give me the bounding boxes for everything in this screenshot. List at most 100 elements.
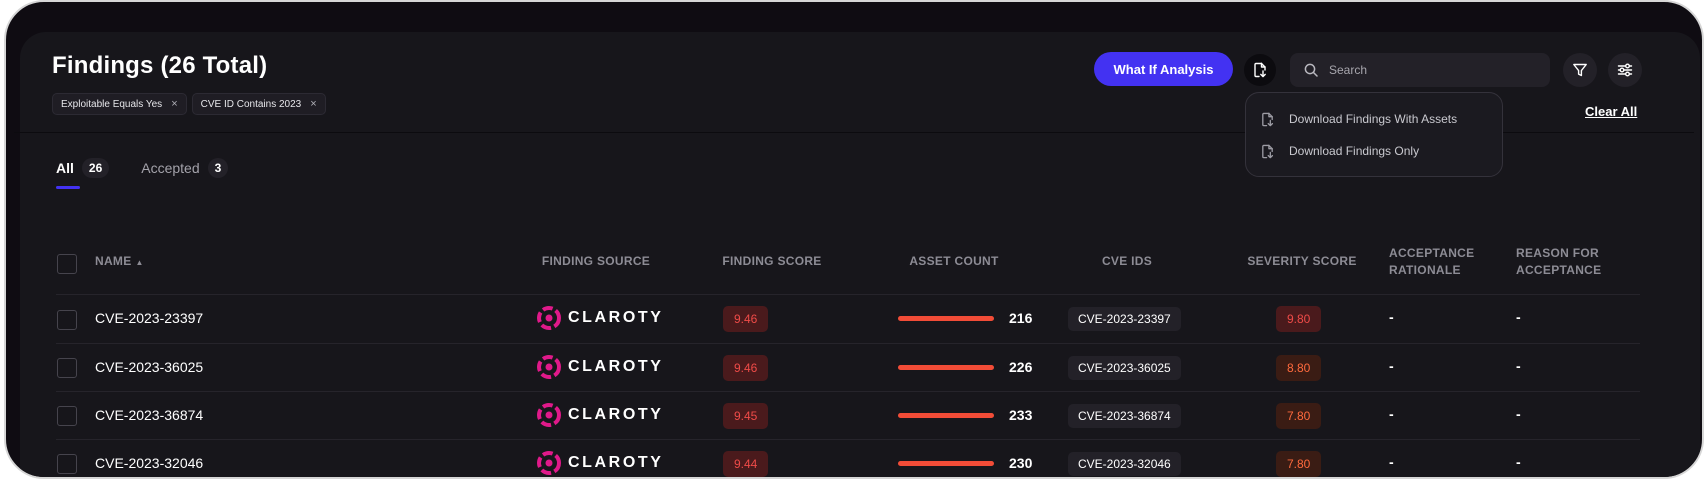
- finding-source-label: CLAROTY: [568, 454, 664, 471]
- page-title: Findings (26 Total): [52, 52, 268, 79]
- search-input[interactable]: [1329, 63, 1529, 77]
- search-icon: [1304, 63, 1318, 77]
- column-header-acceptance-rationale[interactable]: ACCEPTANCE RATIONALE: [1389, 245, 1474, 279]
- column-header-label: ACCEPTANCE: [1516, 263, 1602, 277]
- asset-count-bar: [898, 316, 994, 321]
- acceptance-rationale-value: -: [1389, 358, 1394, 374]
- filter-button[interactable]: [1563, 53, 1597, 87]
- acceptance-rationale-value: -: [1389, 309, 1394, 325]
- column-header-severity-score[interactable]: SEVERITY SCORE: [1235, 253, 1369, 270]
- download-button[interactable]: [1244, 54, 1276, 86]
- close-icon[interactable]: ×: [171, 98, 177, 110]
- asset-count-value: 230: [1009, 455, 1033, 471]
- tab-accepted[interactable]: Accepted 3: [141, 158, 229, 178]
- cve-id-tag[interactable]: CVE-2023-23397: [1068, 307, 1181, 331]
- reason-for-acceptance-value: -: [1516, 358, 1521, 374]
- settings-button[interactable]: [1608, 53, 1642, 87]
- what-if-analysis-button[interactable]: What If Analysis: [1094, 52, 1233, 86]
- row-checkbox[interactable]: [57, 454, 77, 474]
- row-checkbox[interactable]: [57, 406, 77, 426]
- acceptance-rationale-value: -: [1389, 406, 1394, 422]
- column-header-label: RATIONALE: [1389, 263, 1461, 277]
- finding-source-label: CLAROTY: [568, 406, 664, 423]
- finding-name[interactable]: CVE-2023-36874: [95, 407, 203, 423]
- claroty-logo-icon: [537, 306, 561, 330]
- select-all-checkbox[interactable]: [57, 254, 77, 274]
- row-checkbox[interactable]: [57, 358, 77, 378]
- search-box[interactable]: [1290, 53, 1550, 87]
- column-header-reason-for-acceptance[interactable]: REASON FOR ACCEPTANCE: [1516, 245, 1601, 279]
- close-icon[interactable]: ×: [310, 98, 316, 110]
- cve-id-tag[interactable]: CVE-2023-36874: [1068, 404, 1181, 428]
- funnel-icon: [1573, 63, 1587, 77]
- claroty-logo-icon: [537, 355, 561, 379]
- row-divider: [56, 343, 1640, 344]
- column-header-name[interactable]: NAME ▲: [95, 253, 144, 271]
- finding-source-label: CLAROTY: [568, 309, 664, 326]
- cve-id-tag[interactable]: CVE-2023-32046: [1068, 452, 1181, 476]
- tab-label: Accepted: [141, 160, 200, 176]
- filter-chip-label: CVE ID Contains 2023: [200, 98, 302, 110]
- asset-count-value: 216: [1009, 310, 1033, 326]
- active-tab-indicator: [56, 186, 80, 189]
- row-divider: [56, 439, 1640, 440]
- frame-bottom-edge: [0, 479, 1708, 483]
- row-divider: [56, 391, 1640, 392]
- finding-source-logo: CLAROTY: [537, 355, 664, 379]
- claroty-logo-icon: [537, 451, 561, 475]
- finding-source-logo: CLAROTY: [537, 451, 664, 475]
- column-header-finding-score[interactable]: FINDING SCORE: [704, 253, 840, 270]
- menu-item-label: Download Findings Only: [1289, 144, 1420, 158]
- cve-id-tag[interactable]: CVE-2023-36025: [1068, 356, 1181, 380]
- asset-count-value: 233: [1009, 407, 1033, 423]
- asset-count-bar: [898, 413, 994, 418]
- row-divider: [56, 294, 1640, 295]
- finding-source-logo: CLAROTY: [537, 403, 664, 427]
- reason-for-acceptance-value: -: [1516, 406, 1521, 422]
- asset-count-bar: [898, 365, 994, 370]
- download-file-icon: [1254, 62, 1266, 78]
- acceptance-rationale-value: -: [1389, 454, 1394, 470]
- severity-score-badge: 8.80: [1276, 355, 1322, 381]
- filter-chip[interactable]: CVE ID Contains 2023 ×: [191, 93, 326, 115]
- row-checkbox[interactable]: [57, 310, 77, 330]
- column-header-cve-ids[interactable]: CVE IDS: [1063, 253, 1191, 270]
- tab-label: All: [56, 160, 74, 176]
- download-file-icon: [1262, 112, 1274, 126]
- menu-item-label: Download Findings With Assets: [1289, 112, 1458, 126]
- filter-chip-label: Exploitable Equals Yes: [61, 98, 163, 110]
- clear-all-link[interactable]: Clear All: [1585, 104, 1637, 119]
- finding-name[interactable]: CVE-2023-32046: [95, 455, 203, 471]
- filter-chip[interactable]: Exploitable Equals Yes ×: [52, 93, 187, 115]
- tab-count-badge: 3: [207, 158, 229, 178]
- menu-item-download-only[interactable]: Download Findings Only: [1246, 135, 1502, 167]
- finding-source-logo: CLAROTY: [537, 306, 664, 330]
- finding-name[interactable]: CVE-2023-36025: [95, 359, 203, 375]
- asset-count-value: 226: [1009, 359, 1033, 375]
- finding-score-badge: 9.46: [723, 306, 769, 332]
- tab-count-badge: 26: [81, 158, 110, 178]
- finding-score-badge: 9.46: [723, 355, 769, 381]
- column-header-label: NAME: [95, 254, 132, 268]
- column-header-label: REASON FOR: [1516, 246, 1600, 260]
- column-header-label: ACCEPTANCE: [1389, 246, 1475, 260]
- column-header-finding-source[interactable]: FINDING SOURCE: [520, 253, 672, 270]
- menu-item-download-with-assets[interactable]: Download Findings With Assets: [1246, 103, 1502, 135]
- finding-score-badge: 9.45: [723, 403, 769, 429]
- finding-name[interactable]: CVE-2023-23397: [95, 310, 203, 326]
- finding-score-badge: 9.44: [723, 451, 769, 477]
- severity-score-badge: 9.80: [1276, 306, 1322, 332]
- sliders-icon: [1617, 63, 1633, 77]
- active-filters: Exploitable Equals Yes × CVE ID Contains…: [52, 93, 326, 115]
- reason-for-acceptance-value: -: [1516, 309, 1521, 325]
- download-file-icon: [1262, 144, 1274, 158]
- column-header-asset-count[interactable]: ASSET COUNT: [890, 253, 1018, 270]
- download-menu: Download Findings With Assets Download F…: [1245, 92, 1503, 177]
- reason-for-acceptance-value: -: [1516, 454, 1521, 470]
- asset-count-bar: [898, 461, 994, 466]
- sort-ascending-icon: ▲: [135, 258, 144, 267]
- tab-all[interactable]: All 26: [56, 158, 110, 189]
- claroty-logo-icon: [537, 403, 561, 427]
- tab-bar: All 26 Accepted 3: [56, 158, 229, 189]
- severity-score-badge: 7.80: [1276, 403, 1322, 429]
